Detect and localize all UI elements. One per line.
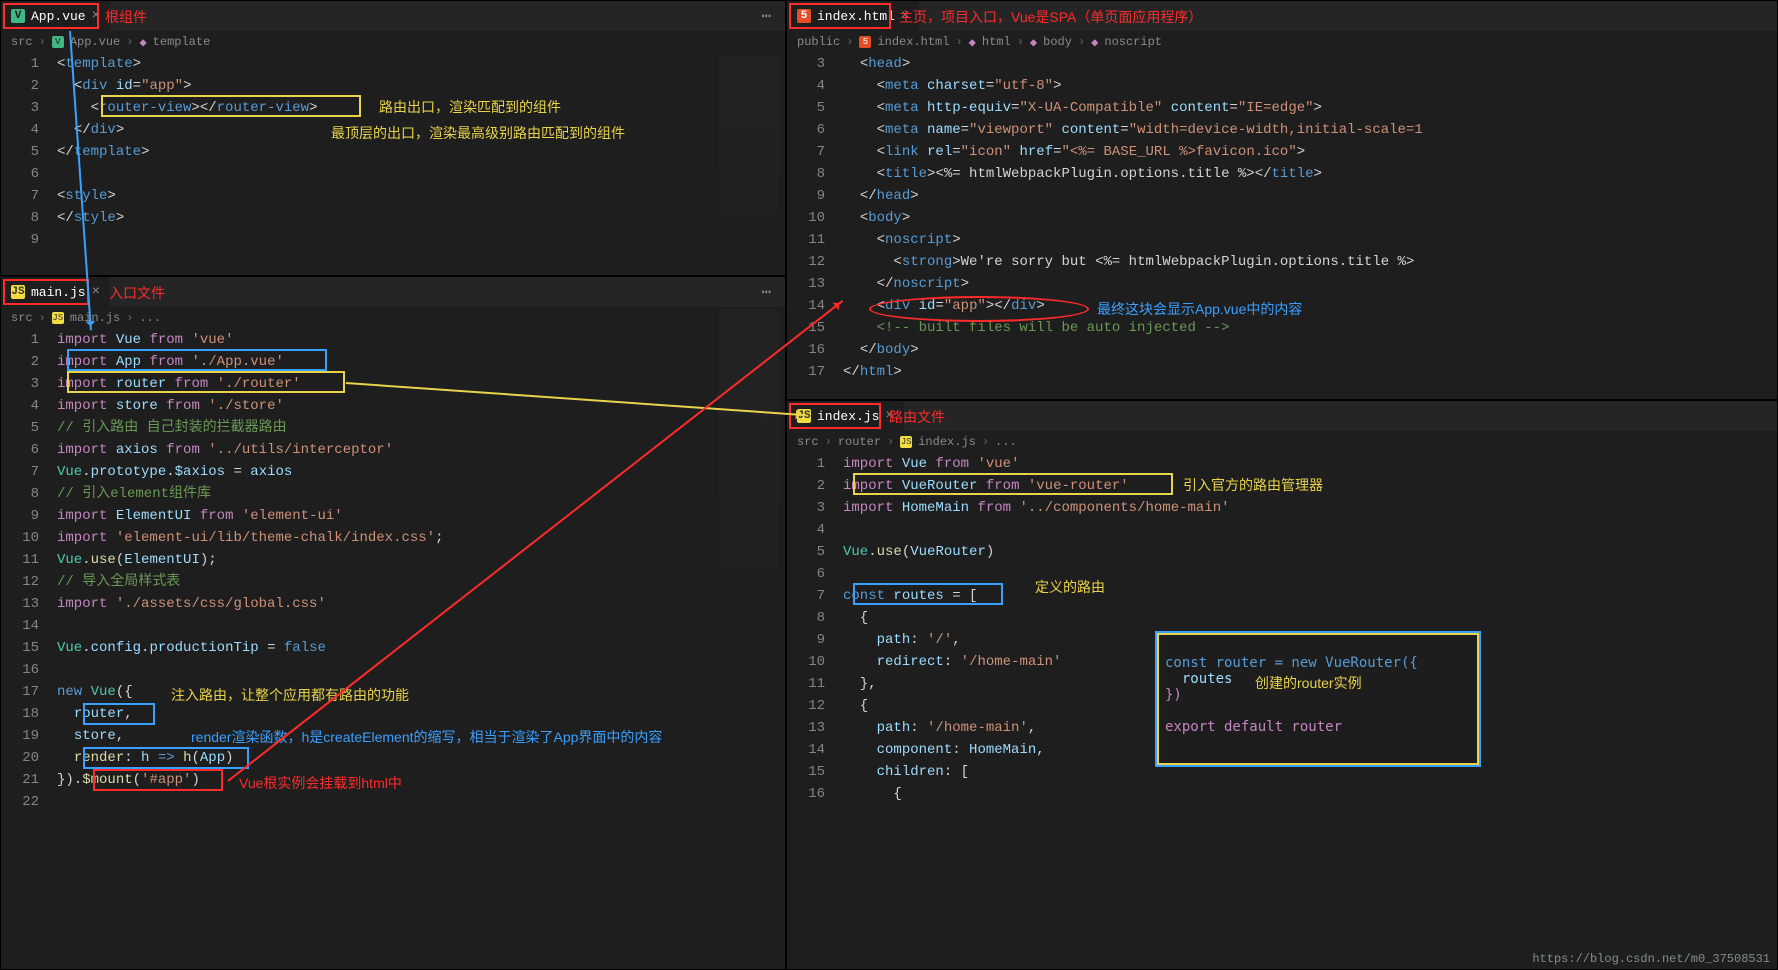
breadcrumb-item[interactable]: src (11, 311, 33, 325)
breadcrumb-item[interactable]: router (838, 435, 881, 449)
editor-actions-icon[interactable]: ⋯ (761, 282, 773, 302)
tab-bar: V App.vue × ⋯ (1, 1, 785, 31)
breadcrumb[interactable]: src› JS main.js› ... (1, 307, 785, 329)
js-icon: JS (797, 409, 811, 423)
tab-main-js[interactable]: JS main.js × (1, 277, 110, 307)
editor-pane-router-index: JS index.js × src› router› JS index.js› … (786, 400, 1778, 970)
watermark: https://blog.csdn.net/m0_37508531 (1532, 952, 1770, 966)
tab-bar: JS main.js × ⋯ (1, 277, 785, 307)
symbol-icon: ◆ (139, 35, 146, 50)
tab-label: main.js (31, 285, 86, 300)
tab-label: index.html (817, 9, 895, 24)
editor-pane-main-js: JS main.js × ⋯ src› JS main.js› ... 1234… (0, 276, 786, 970)
breadcrumb-item[interactable]: App.vue (70, 35, 120, 49)
tab-bar: 5 index.html × (787, 1, 1777, 31)
breadcrumb[interactable]: src› V App.vue› ◆ template (1, 31, 785, 53)
breadcrumb[interactable]: src› router› JS index.js› ... (787, 431, 1777, 453)
js-icon: JS (900, 436, 912, 448)
symbol-icon: ◆ (1030, 35, 1037, 50)
breadcrumb-item[interactable]: body (1043, 35, 1072, 49)
code-editor[interactable]: 34567891011121314151617 <head> <meta cha… (787, 53, 1777, 383)
breadcrumb-item[interactable]: ... (995, 435, 1017, 449)
vue-icon: V (52, 36, 64, 48)
js-icon: JS (52, 312, 64, 324)
tab-app-vue[interactable]: V App.vue × (1, 1, 110, 31)
breadcrumb-item[interactable]: index.html (877, 35, 949, 49)
code-text: }) (1165, 687, 1182, 703)
breadcrumb-item[interactable]: src (11, 35, 33, 49)
editor-pane-app-vue: V App.vue × ⋯ src› V App.vue› ◆ template… (0, 0, 786, 276)
code-text: export default router (1165, 719, 1342, 735)
editor-actions-icon[interactable]: ⋯ (761, 6, 773, 26)
close-icon[interactable]: × (901, 8, 909, 24)
close-icon[interactable]: × (885, 408, 893, 424)
code-editor[interactable]: 12345678910111213141516171819202122 impo… (1, 329, 785, 813)
breadcrumb-item[interactable]: ... (139, 311, 161, 325)
symbol-icon: ◆ (969, 35, 976, 50)
tab-label: App.vue (31, 9, 86, 24)
tab-router-index-js[interactable]: JS index.js × (787, 401, 904, 431)
symbol-icon: ◆ (1091, 35, 1098, 50)
breadcrumb-item[interactable]: public (797, 35, 840, 49)
breadcrumb[interactable]: public› 5 index.html› ◆ html› ◆ body› ◆ … (787, 31, 1777, 53)
breadcrumb-item[interactable]: src (797, 435, 819, 449)
breadcrumb-item[interactable]: template (153, 35, 211, 49)
breadcrumb-item[interactable]: noscript (1104, 35, 1162, 49)
annotation-code: const router = new VueRouter({ routes })… (1165, 639, 1418, 751)
tab-bar: JS index.js × (787, 401, 1777, 431)
code-editor[interactable]: 123456789 <template> <div id="app"> <rou… (1, 53, 785, 251)
tab-index-html[interactable]: 5 index.html × (787, 1, 919, 31)
code-text: routes (1165, 671, 1232, 687)
breadcrumb-item[interactable]: html (982, 35, 1011, 49)
js-icon: JS (11, 285, 25, 299)
minimap[interactable] (719, 55, 779, 215)
code-text: const router = new VueRouter({ (1165, 655, 1418, 671)
html-icon: 5 (797, 9, 811, 23)
code-editor[interactable]: 12345678910111213141516 import Vue from … (787, 453, 1777, 805)
breadcrumb-item[interactable]: main.js (70, 311, 120, 325)
minimap[interactable] (719, 309, 779, 569)
html-icon: 5 (859, 36, 871, 48)
vue-icon: V (11, 9, 25, 23)
close-icon[interactable]: × (92, 284, 100, 300)
tab-label: index.js (817, 409, 879, 424)
editor-pane-index-html: 5 index.html × public› 5 index.html› ◆ h… (786, 0, 1778, 400)
close-icon[interactable]: × (92, 8, 100, 24)
breadcrumb-item[interactable]: index.js (918, 435, 976, 449)
